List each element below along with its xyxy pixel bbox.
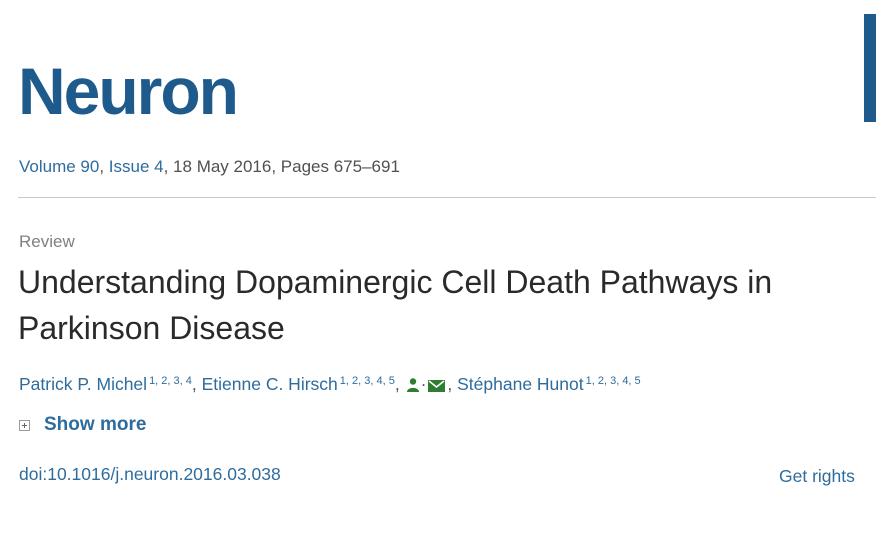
author-affiliations[interactable]: 1, 2, 3, 4 [149,375,192,387]
person-icon[interactable] [406,376,419,397]
author-link[interactable]: Patrick P. Michel [19,374,147,394]
author-affiliations[interactable]: 1, 2, 3, 4, 5 [586,375,641,387]
article-title: Understanding Dopaminergic Cell Death Pa… [18,264,773,346]
author-separator: , [191,374,202,394]
citation-line: Volume 90, Issue 4, 18 May 2016, Pages 6… [19,157,400,177]
citation-separator: , [99,157,109,176]
volume-link[interactable]: Volume 90 [19,157,99,176]
email-icon[interactable] [428,376,446,397]
article-type: Review [19,232,75,251]
author-list: Patrick P. Michel 1, 2, 3, 4, Etienne C. … [19,374,641,397]
author-link[interactable]: Stéphane Hunot [457,374,584,394]
show-more-label: Show more [44,414,147,435]
icon-separator: · [420,374,427,394]
citation-date-pages: , 18 May 2016, Pages 675–691 [163,157,400,176]
expand-icon [19,419,30,431]
doi-link[interactable]: doi:10.1016/j.neuron.2016.03.038 [19,464,281,485]
show-more-button[interactable]: Show more [19,414,146,436]
author-affiliations[interactable]: 1, 2, 3, 4, 5 [340,375,395,387]
journal-logo[interactable]: Neuron [18,58,239,124]
issue-link[interactable]: Issue 4 [109,157,164,176]
author-separator: , [394,374,405,394]
author-link[interactable]: Etienne C. Hirsch [202,374,338,394]
header-divider [18,197,876,198]
get-rights-link[interactable]: Get rights [779,466,855,487]
author-separator: , [447,374,458,394]
journal-cover-edge [864,14,876,122]
